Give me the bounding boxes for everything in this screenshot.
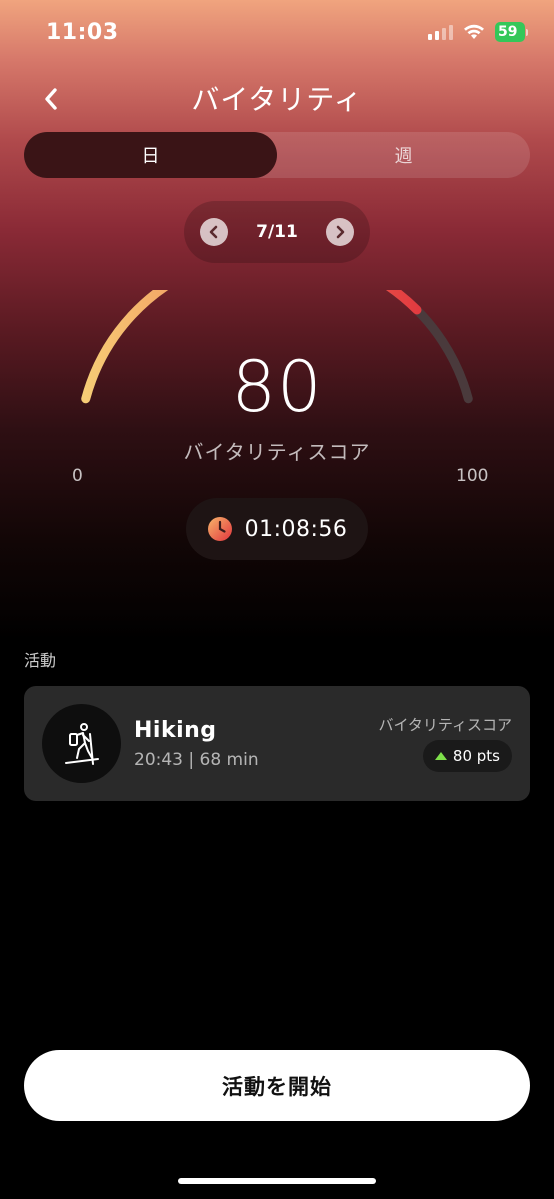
background-gradient xyxy=(0,0,554,1199)
gauge-max-label: 100 xyxy=(456,466,489,486)
previous-date-button[interactable] xyxy=(200,218,228,246)
tab-week[interactable]: 週 xyxy=(277,132,530,178)
date-navigator: 7/11 xyxy=(184,201,370,263)
activity-name: Hiking xyxy=(134,718,217,743)
period-tabs: 日 週 xyxy=(24,132,530,178)
activity-card-hiking[interactable]: Hiking 20:43 | 68 min バイタリティスコア 80 pts xyxy=(24,686,530,801)
start-activity-button[interactable]: 活動を開始 xyxy=(24,1050,530,1121)
timer-value: 01:08:56 xyxy=(244,516,348,542)
activity-section-title: 活動 xyxy=(24,651,57,670)
chevron-right-icon xyxy=(336,225,345,239)
next-date-button[interactable] xyxy=(325,218,354,246)
tab-day[interactable]: 日 xyxy=(24,132,277,178)
battery-icon: 59 xyxy=(495,22,528,42)
activity-score-label: バイタリティスコア xyxy=(378,716,512,734)
activity-icon-container xyxy=(42,704,121,783)
cellular-signal-icon xyxy=(428,24,453,40)
points-badge: 80 pts xyxy=(422,740,512,772)
wifi-icon xyxy=(464,24,484,39)
hiking-icon xyxy=(64,722,99,765)
status-time: 11:03 xyxy=(46,20,119,45)
current-date: 7/11 xyxy=(256,222,298,242)
points-value: 80 pts xyxy=(452,747,500,765)
chevron-left-icon xyxy=(209,225,218,239)
elapsed-timer: 01:08:56 xyxy=(186,498,368,560)
gauge-min-label: 0 xyxy=(72,466,83,486)
triangle-up-icon xyxy=(434,752,447,760)
vitality-score: 80 xyxy=(231,346,323,428)
vitality-score-label: バイタリティスコア xyxy=(183,440,371,464)
activity-time-duration: 20:43 | 68 min xyxy=(134,750,259,770)
page-title: バイタリティ xyxy=(191,83,363,116)
home-indicator xyxy=(178,1178,376,1184)
battery-level: 59 xyxy=(495,22,525,42)
status-icons: 59 xyxy=(428,22,528,42)
clock-icon xyxy=(207,517,232,541)
